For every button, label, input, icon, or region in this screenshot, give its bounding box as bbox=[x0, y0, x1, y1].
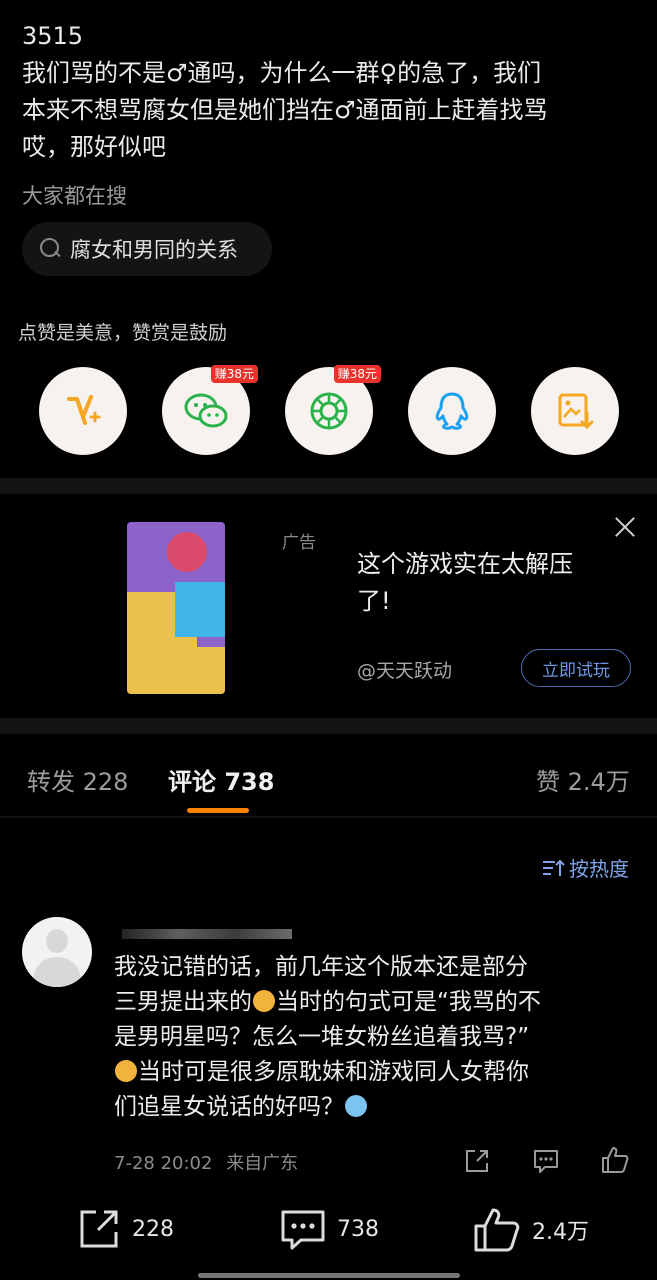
close-icon[interactable] bbox=[612, 514, 638, 540]
comment-share-icon[interactable] bbox=[463, 1147, 491, 1175]
save-image-button[interactable] bbox=[531, 367, 619, 455]
ad-game-thumbnail[interactable] bbox=[127, 522, 225, 694]
section-divider bbox=[0, 478, 657, 494]
repost-count: 228 bbox=[132, 1216, 174, 1242]
sort-icon bbox=[543, 859, 565, 876]
interaction-tabs: 转发 228 评论 738 赞 2.4万 bbox=[0, 740, 657, 816]
comment-line: 三男提出来的 当时的句式可是“我骂的不 bbox=[114, 989, 541, 1015]
active-tab-indicator bbox=[187, 808, 249, 813]
comment-icon bbox=[281, 1210, 325, 1250]
cry-laugh-emoji-icon bbox=[345, 1095, 367, 1117]
comment-time: 7-28 20:02 bbox=[114, 1153, 213, 1174]
reward-button[interactable] bbox=[39, 367, 127, 455]
trending-search-chip[interactable]: 腐女和男同的关系 bbox=[22, 222, 272, 276]
doge-emoji-icon bbox=[115, 1060, 137, 1082]
repost-icon bbox=[80, 1210, 118, 1248]
doge-emoji-icon bbox=[253, 990, 275, 1012]
comment-count: 738 bbox=[337, 1216, 379, 1242]
thumbs-up-icon bbox=[474, 1208, 520, 1252]
like-button[interactable]: 2.4万 bbox=[472, 1206, 589, 1254]
share-bonus-badge: 赚38元 bbox=[210, 365, 258, 383]
ad-title[interactable]: 这个游戏实在太解压 了! bbox=[357, 546, 627, 620]
share-bonus-badge: 赚38元 bbox=[333, 365, 381, 383]
tab-comments[interactable]: 评论 738 bbox=[168, 762, 274, 797]
comment-line: 们追星女说话的好吗？ bbox=[114, 1090, 634, 1125]
tab-likes[interactable]: 赞 2.4万 bbox=[536, 762, 630, 797]
moments-share-button[interactable]: 赚38元 bbox=[285, 365, 381, 455]
try-now-button[interactable]: 立即试玩 bbox=[521, 649, 631, 687]
sort-by-hot-button[interactable]: 按热度 bbox=[541, 853, 629, 882]
comment-line: 是男明星吗？怎么一堆女粉丝追着我骂?” bbox=[114, 1024, 530, 1050]
qq-icon bbox=[435, 392, 469, 430]
commenter-name-obscured[interactable] bbox=[122, 919, 302, 941]
tabs-divider bbox=[0, 816, 657, 818]
comment-button[interactable]: 738 bbox=[279, 1206, 379, 1252]
ad-label: 广告 bbox=[282, 533, 316, 553]
wechat-icon bbox=[184, 393, 228, 428]
tab-repost[interactable]: 转发 228 bbox=[27, 762, 128, 797]
comment-line: 当时可是很多原耽妹和游戏同人女帮你 bbox=[114, 1055, 634, 1090]
post-line: 3515 bbox=[22, 22, 84, 50]
post-line: 哎，那好似吧 bbox=[22, 133, 166, 161]
wechat-share-button[interactable]: 赚38元 bbox=[162, 365, 258, 455]
trending-search-query: 腐女和男同的关系 bbox=[70, 238, 238, 262]
ad-source: @天天跃动 bbox=[357, 660, 453, 682]
save-image-icon bbox=[558, 393, 594, 430]
post-text: 3515 我们骂的不是♂通吗，为什么一群♀的急了，我们 本来不想骂腐女但是她们挡… bbox=[22, 18, 642, 166]
post-line: 我们骂的不是♂通吗，为什么一群♀的急了，我们 bbox=[22, 59, 542, 87]
ad-title-line: 这个游戏实在太解压 bbox=[357, 550, 573, 578]
section-divider bbox=[0, 718, 657, 734]
comment-line: 我没记错的话，前几年这个版本还是部分 bbox=[114, 954, 528, 980]
avatar[interactable] bbox=[22, 917, 92, 987]
comment-reply-icon[interactable] bbox=[532, 1147, 560, 1175]
search-icon bbox=[38, 236, 64, 262]
post-line: 本来不想骂腐女但是她们挡在♂通面前上赶着找骂 bbox=[22, 96, 548, 124]
home-indicator[interactable] bbox=[198, 1273, 460, 1278]
ad-card[interactable]: 广告 这个游戏实在太解压 了! @天天跃动 立即试玩 bbox=[0, 496, 657, 718]
moments-icon bbox=[310, 392, 348, 430]
ad-title-line: 了! bbox=[357, 587, 391, 615]
comment-meta: 7-28 20:02 来自广东 bbox=[114, 1149, 298, 1175]
qq-share-button[interactable] bbox=[408, 367, 496, 455]
like-count: 2.4万 bbox=[532, 1220, 589, 1245]
comment-like-icon[interactable] bbox=[600, 1145, 629, 1173]
sort-label: 按热度 bbox=[569, 857, 629, 881]
reward-v-icon bbox=[67, 395, 101, 425]
comment-location: 来自广东 bbox=[226, 1153, 299, 1174]
comment-text[interactable]: 我没记错的话，前几年这个版本还是部分 三男提出来的 当时的句式可是“我骂的不 是男… bbox=[114, 950, 634, 1125]
repost-button[interactable]: 228 bbox=[76, 1206, 174, 1252]
reward-hint: 点赞是美意，赞赏是鼓励 bbox=[18, 322, 228, 344]
share-row: 赚38元 赚38元 bbox=[0, 365, 657, 457]
bottom-action-bar: 228 738 2.4万 bbox=[0, 1190, 657, 1280]
trending-search-title: 大家都在搜 bbox=[22, 184, 127, 208]
